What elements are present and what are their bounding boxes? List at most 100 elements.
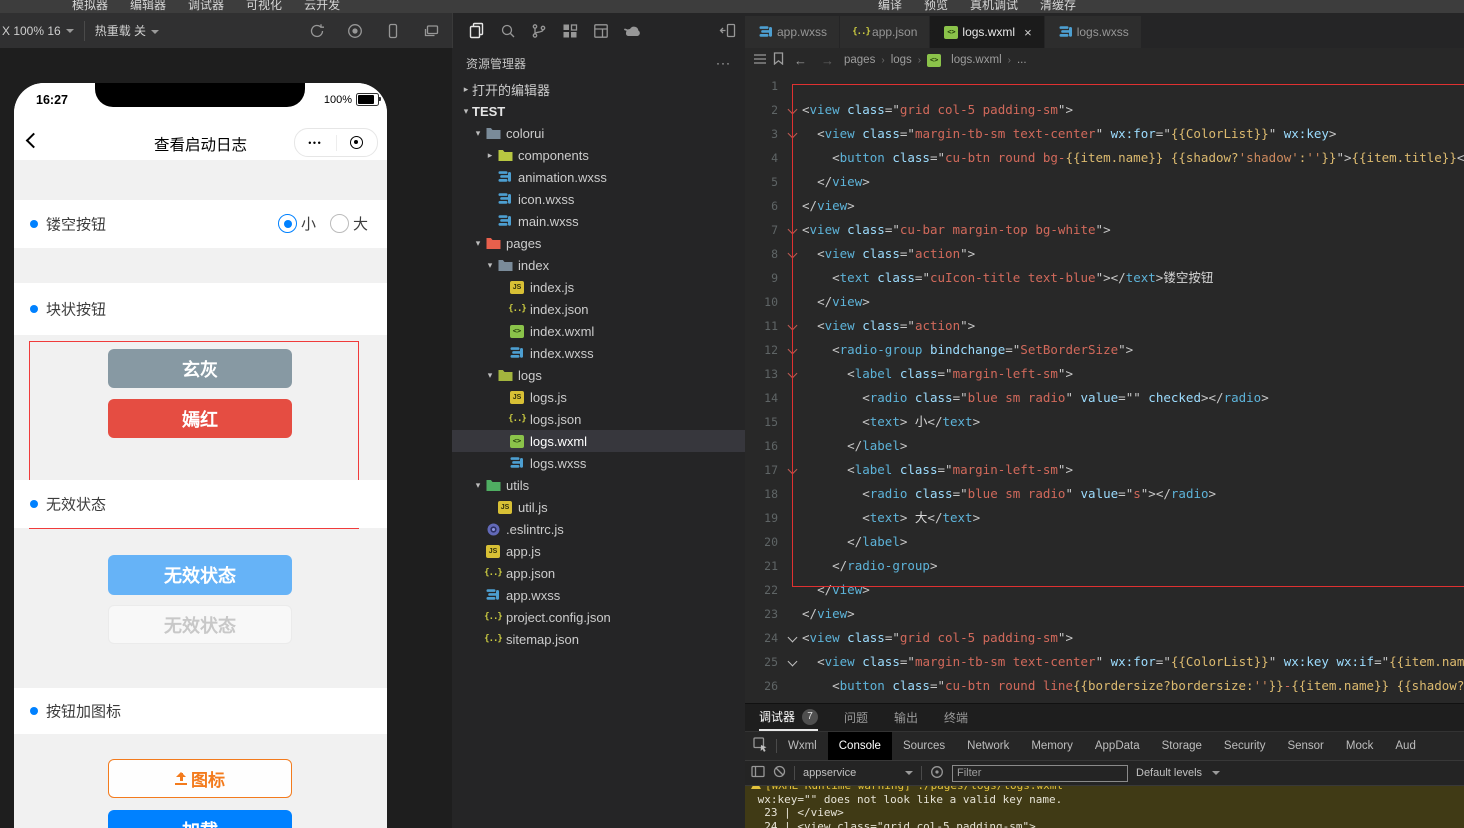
menu-item-4[interactable]: 云开发: [304, 0, 340, 13]
layout-icon[interactable]: [585, 17, 616, 45]
git-branch-icon[interactable]: [523, 17, 554, 45]
more-icon[interactable]: •••: [295, 138, 336, 148]
menu-item-1[interactable]: 预览: [924, 0, 948, 13]
breadcrumb-item[interactable]: logs: [891, 54, 912, 66]
tree-item-index.wxml[interactable]: <> index.wxml: [452, 320, 745, 342]
fold-chevron-icon[interactable]: [786, 98, 802, 122]
exit-target-icon[interactable]: [337, 136, 378, 149]
blocks-icon[interactable]: [554, 17, 585, 45]
code-line-13[interactable]: 13 <label class="margin-left-sm">: [745, 362, 1464, 386]
tree-item-打开的编辑器[interactable]: ▸ 打开的编辑器: [452, 78, 745, 100]
devtools-tab-Aud[interactable]: Aud: [1384, 732, 1426, 760]
menu-item-3[interactable]: 清缓存: [1040, 0, 1076, 13]
tree-item-TEST[interactable]: ▾ TEST: [452, 100, 745, 122]
console-filter-input[interactable]: [952, 764, 1128, 782]
devtools-tab-Console[interactable]: Console: [827, 732, 892, 760]
outline-list-icon[interactable]: [753, 53, 767, 68]
code-line-10[interactable]: 10 </view>: [745, 290, 1464, 314]
phone-icon[interactable]: [380, 18, 406, 44]
radio-large[interactable]: [330, 214, 349, 233]
windows-icon[interactable]: [418, 18, 444, 44]
tab-app.json[interactable]: {..} app.json: [840, 16, 931, 48]
tree-item-index.js[interactable]: JS index.js: [452, 276, 745, 298]
code-line-22[interactable]: 22 </view>: [745, 578, 1464, 602]
tree-item-colorui[interactable]: ▾ colorui: [452, 122, 745, 144]
tab-logs.wxml[interactable]: <> logs.wxml ×: [930, 16, 1045, 48]
code-line-15[interactable]: 15 <text> 小</text>: [745, 410, 1464, 434]
debugger-tab-问题[interactable]: 问题: [844, 704, 868, 731]
fold-chevron-icon[interactable]: [786, 338, 802, 362]
forward-arrow-icon[interactable]: →: [817, 53, 838, 68]
context-selector[interactable]: appservice: [803, 767, 913, 779]
code-line-11[interactable]: 11 <view class="action">: [745, 314, 1464, 338]
code-line-8[interactable]: 8 <view class="action">: [745, 242, 1464, 266]
tree-item-.eslintrc.js[interactable]: .eslintrc.js: [452, 518, 745, 540]
log-level-selector[interactable]: Default levels: [1136, 767, 1221, 779]
tree-item-app.js[interactable]: JS app.js: [452, 540, 745, 562]
code-line-9[interactable]: 9 <text class="cuIcon-title text-blue"><…: [745, 266, 1464, 290]
cloud-teapot-icon[interactable]: [616, 17, 647, 45]
tree-item-pages[interactable]: ▾ pages: [452, 232, 745, 254]
devtools-tab-Memory[interactable]: Memory: [1020, 732, 1084, 760]
fold-chevron-icon[interactable]: [786, 242, 802, 266]
inspect-element-icon[interactable]: [745, 737, 776, 755]
icon-outline-button[interactable]: 图标: [108, 759, 292, 798]
breadcrumb-item[interactable]: ...: [1017, 54, 1027, 66]
debugger-tab-调试器[interactable]: 调试器 7: [759, 704, 819, 731]
radio-small[interactable]: [278, 214, 297, 233]
bookmark-icon[interactable]: [773, 52, 784, 68]
devtools-tab-AppData[interactable]: AppData: [1084, 732, 1151, 760]
menu-item-2[interactable]: 真机调试: [970, 0, 1018, 13]
eye-icon[interactable]: [930, 765, 944, 782]
devtools-tab-Storage[interactable]: Storage: [1151, 732, 1213, 760]
code-line-18[interactable]: 18 <radio class="blue sm radio" value="s…: [745, 482, 1464, 506]
tree-item-index.wxss[interactable]: index.wxss: [452, 342, 745, 364]
tree-item-icon.wxss[interactable]: icon.wxss: [452, 188, 745, 210]
tree-item-utils[interactable]: ▾ utils: [452, 474, 745, 496]
back-arrow-icon[interactable]: ←: [790, 53, 811, 68]
fold-chevron-icon[interactable]: [786, 650, 802, 674]
code-line-24[interactable]: 24 <view class="grid col-5 padding-sm">: [745, 626, 1464, 650]
tab-app.wxss[interactable]: app.wxss: [745, 16, 841, 48]
fold-chevron-icon[interactable]: [786, 218, 802, 242]
code-line-17[interactable]: 17 <label class="margin-left-sm">: [745, 458, 1464, 482]
console-drawer-icon[interactable]: [751, 765, 765, 781]
red-button[interactable]: 嫣红: [108, 399, 292, 438]
code-line-23[interactable]: 23 </view>: [745, 602, 1464, 626]
fold-chevron-icon[interactable]: [786, 122, 802, 146]
tab-logs.wxss[interactable]: logs.wxss: [1044, 16, 1142, 48]
collapse-sidebar-icon[interactable]: [712, 17, 743, 45]
search-icon[interactable]: [492, 17, 523, 45]
menu-item-0[interactable]: 编译: [878, 0, 902, 13]
tree-item-app.wxss[interactable]: app.wxss: [452, 584, 745, 606]
code-editor[interactable]: 1 2 <view class="grid col-5 padding-sm"> 3 …: [745, 72, 1464, 703]
devtools-tab-Network[interactable]: Network: [956, 732, 1020, 760]
loading-blue-button[interactable]: 加载: [108, 810, 292, 828]
menu-item-1[interactable]: 编辑器: [130, 0, 166, 13]
more-actions-icon[interactable]: ···: [716, 56, 731, 70]
code-line-21[interactable]: 21 </radio-group>: [745, 554, 1464, 578]
code-line-3[interactable]: 3 <view class="margin-tb-sm text-center"…: [745, 122, 1464, 146]
devtools-tab-Security[interactable]: Security: [1213, 732, 1277, 760]
code-line-2[interactable]: 2 <view class="grid col-5 padding-sm">: [745, 98, 1464, 122]
code-line-5[interactable]: 5 </view>: [745, 170, 1464, 194]
tree-item-app.json[interactable]: {..} app.json: [452, 562, 745, 584]
devtools-tab-Sources[interactable]: Sources: [892, 732, 956, 760]
code-line-20[interactable]: 20 </label>: [745, 530, 1464, 554]
devtools-tab-Mock[interactable]: Mock: [1335, 732, 1384, 760]
tree-item-index[interactable]: ▾ index: [452, 254, 745, 276]
code-line-19[interactable]: 19 <text> 大</text>: [745, 506, 1464, 530]
device-scale-selector[interactable]: X 100% 16: [2, 24, 74, 38]
tree-item-logs.js[interactable]: JS logs.js: [452, 386, 745, 408]
code-line-1[interactable]: 1: [745, 74, 1464, 98]
code-line-25[interactable]: 25 <view class="margin-tb-sm text-center…: [745, 650, 1464, 674]
clear-console-icon[interactable]: [773, 765, 786, 781]
tree-item-logs[interactable]: ▾ logs: [452, 364, 745, 386]
debugger-tab-终端[interactable]: 终端: [944, 704, 968, 731]
files-icon[interactable]: [461, 17, 492, 45]
disabled-blue-button[interactable]: 无效状态: [108, 555, 292, 595]
code-line-4[interactable]: 4 <button class="cu-btn round bg-{{item.…: [745, 146, 1464, 170]
devtools-tab-Wxml[interactable]: Wxml: [777, 732, 828, 760]
debugger-tab-输出[interactable]: 输出: [894, 704, 918, 731]
breadcrumb-item[interactable]: logs.wxml: [951, 54, 1001, 66]
